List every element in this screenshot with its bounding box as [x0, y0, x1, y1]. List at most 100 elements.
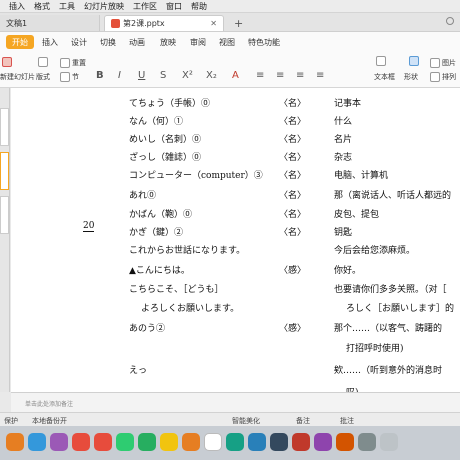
align-center-icon[interactable]: ≡: [276, 70, 284, 81]
vocab-jp: めいし（名刺）⓪: [129, 135, 202, 145]
vocab-tag: 〈名〉: [279, 210, 307, 220]
menubar: 插入 格式 工具 幻灯片放映 工作区 窗口 帮助: [0, 0, 460, 13]
tab-insert[interactable]: 插入: [42, 37, 58, 48]
align-left-icon[interactable]: ≡: [256, 70, 264, 81]
shape-icon: [409, 56, 419, 66]
justify-icon[interactable]: ≡: [316, 70, 324, 81]
italic-button[interactable]: I: [118, 70, 121, 81]
tab-features[interactable]: 特色功能: [248, 37, 280, 48]
reset-button[interactable]: 重置: [60, 58, 86, 68]
app-icon[interactable]: [160, 433, 178, 451]
layout-button[interactable]: [38, 57, 48, 67]
tab-doc1[interactable]: 文稿1: [0, 15, 100, 31]
tab-review[interactable]: 审阅: [190, 37, 206, 48]
close-tab-icon[interactable]: ✕: [210, 19, 217, 28]
subscript-icon[interactable]: X₂: [206, 70, 217, 81]
toolbar: 新建幻灯片 版式 重置 节 B I U S X² X₂ A ≡ ≡ ≡ ≡ 文本…: [0, 52, 460, 88]
text-box-icon: [376, 56, 386, 66]
text-box-label[interactable]: 文本框: [374, 72, 395, 82]
app-icon[interactable]: [248, 433, 266, 451]
shape-button[interactable]: [409, 56, 419, 66]
tab-view[interactable]: 视图: [219, 37, 235, 48]
slide[interactable]: 20 てちょう（手帳）⓪ 〈名〉 记事本 なん（何）① 〈名〉 什么 めいし（名刺）⓪ 〈名〉…: [11, 88, 460, 392]
wps-icon[interactable]: [72, 433, 90, 451]
app-icon[interactable]: [116, 433, 134, 451]
text-box-button[interactable]: [376, 56, 386, 66]
tab-start[interactable]: 开始: [6, 35, 34, 49]
app-icon[interactable]: [292, 433, 310, 451]
align-right-icon[interactable]: ≡: [296, 70, 304, 81]
vocab-cn: 那个……（以客气、踌躇的: [334, 324, 443, 334]
superscript-icon[interactable]: X²: [182, 70, 193, 81]
menu-format[interactable]: 格式: [34, 1, 50, 12]
chrome-icon[interactable]: [204, 433, 222, 451]
tab-slideshow[interactable]: 放映: [160, 37, 176, 48]
comments-button[interactable]: 批注: [340, 416, 354, 426]
menu-tools[interactable]: 工具: [59, 1, 75, 12]
menu-window[interactable]: 窗口: [166, 1, 182, 12]
notes-panel[interactable]: 单击此处添加备注: [11, 392, 460, 412]
reset-label: 重置: [72, 59, 86, 67]
vocab-cn: 打招呼时使用): [346, 344, 404, 354]
app-icon[interactable]: [358, 433, 376, 451]
beautify-button[interactable]: 智能美化: [232, 416, 260, 426]
app-icon[interactable]: [50, 433, 68, 451]
menu-insert[interactable]: 插入: [9, 1, 25, 12]
vocab-jp: てちょう（手帳）⓪: [129, 99, 211, 109]
app-icon[interactable]: [314, 433, 332, 451]
app-icon[interactable]: [336, 433, 354, 451]
slide-canvas-area[interactable]: 20 てちょう（手帳）⓪ 〈名〉 记事本 なん（何）① 〈名〉 什么 めいし（名刺）⓪ 〈名〉…: [11, 88, 460, 392]
arrange-icon: [430, 72, 440, 82]
app-icon[interactable]: [6, 433, 24, 451]
vocab-jp: ▲こんにちは。: [129, 266, 190, 276]
bold-button[interactable]: B: [96, 70, 104, 81]
status-bar: 保护 本地备份开 智能美化 备注 批注: [0, 412, 460, 426]
dock: [0, 426, 460, 460]
vocab-tag: 〈名〉: [279, 191, 307, 201]
layout-label-wrap[interactable]: 版式: [36, 72, 50, 82]
menu-help[interactable]: 帮助: [191, 1, 207, 12]
window-control-icon[interactable]: [446, 17, 454, 25]
layout-icon: [38, 57, 48, 67]
trash-icon[interactable]: [380, 433, 398, 451]
menu-workspace[interactable]: 工作区: [133, 1, 157, 12]
protect-label[interactable]: 保护: [4, 416, 18, 426]
vocab-jp: これからお世話になります。: [129, 246, 246, 256]
vocab-tag: 〈名〉: [279, 171, 307, 181]
new-tab-button[interactable]: +: [228, 15, 244, 31]
app-icon[interactable]: [28, 433, 46, 451]
slide-thumbnail-pane: [0, 88, 10, 392]
tab-doc2[interactable]: 第2课.pptx ✕: [104, 15, 224, 31]
new-slide-label: 新建幻灯片: [0, 73, 35, 81]
new-slide-button[interactable]: [2, 57, 12, 67]
arrange-button[interactable]: 排列: [430, 72, 456, 82]
app-icon[interactable]: [226, 433, 244, 451]
new-slide-icon: [2, 57, 12, 67]
slide-thumbnail[interactable]: [0, 196, 9, 234]
picture-button[interactable]: 图片: [430, 58, 456, 68]
reset-icon: [60, 58, 70, 68]
wechat-icon[interactable]: [138, 433, 156, 451]
slide-thumbnail-selected[interactable]: [0, 152, 9, 190]
tab-design[interactable]: 设计: [71, 37, 87, 48]
backup-label[interactable]: 本地备份开: [32, 416, 67, 426]
menu-slideshow[interactable]: 幻灯片放映: [84, 1, 124, 12]
vocab-cn: 欸……（听到意外的消息时: [334, 366, 443, 376]
app-icon[interactable]: [182, 433, 200, 451]
slide-thumbnail[interactable]: [0, 108, 9, 146]
shape-label[interactable]: 形状: [404, 72, 418, 82]
section-button[interactable]: 节: [60, 72, 79, 82]
ppt-icon: [111, 19, 120, 28]
section-icon: [60, 72, 70, 82]
new-slide-label-wrap[interactable]: 新建幻灯片: [0, 72, 35, 82]
app-icon[interactable]: [94, 433, 112, 451]
notes-button[interactable]: 备注: [296, 416, 310, 426]
app-icon[interactable]: [270, 433, 288, 451]
underline-button[interactable]: U: [138, 70, 145, 81]
tab-doc2-label: 第2课.pptx: [123, 19, 165, 28]
strikethrough-icon[interactable]: S: [160, 70, 166, 81]
font-color-icon[interactable]: A: [232, 70, 239, 81]
tab-animation[interactable]: 动画: [129, 37, 145, 48]
tab-transition[interactable]: 切换: [100, 37, 116, 48]
picture-icon: [430, 58, 440, 68]
